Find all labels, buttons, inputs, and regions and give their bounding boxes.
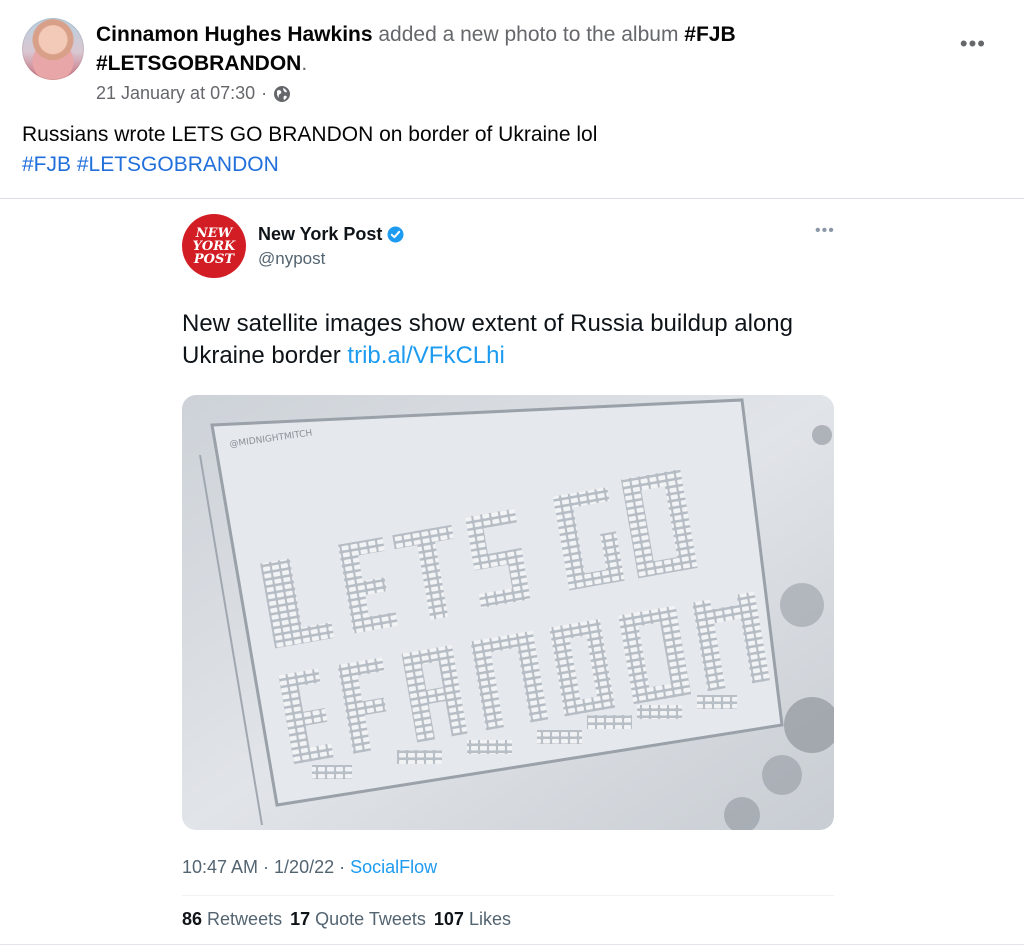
tweet-meta: 10:47 AM · 1/20/22 · SocialFlow bbox=[182, 857, 437, 878]
tweet-author-name: New York Post bbox=[258, 224, 404, 245]
nypost-logo: NEW YORK POST bbox=[182, 214, 246, 278]
tweet-source: SocialFlow bbox=[350, 857, 438, 877]
bottom-divider bbox=[0, 944, 1024, 945]
post-meta: 21 January at 07:30 · bbox=[96, 83, 291, 104]
hashtag-letsgobrandon[interactable]: #LETSGOBRANDON bbox=[77, 153, 279, 176]
album-suffix: . bbox=[301, 52, 308, 75]
tweet-text: New satellite images show extent of Russ… bbox=[182, 308, 842, 372]
tweet-author-handle: @nypost bbox=[258, 249, 326, 268]
quote-label: Quote Tweets bbox=[315, 909, 426, 929]
retweet-stat: 86 Retweets bbox=[182, 909, 282, 930]
tweet-divider bbox=[182, 895, 834, 896]
tweet-stats: 86 Retweets 17 Quote Tweets 107 Likes bbox=[182, 909, 511, 930]
logo-line-2: YORK bbox=[192, 238, 236, 254]
verified-badge-icon bbox=[387, 226, 404, 243]
globe-icon[interactable] bbox=[273, 85, 291, 103]
post-header: Cinnamon Hughes Hawkins added a new phot… bbox=[22, 16, 1002, 108]
meta-separator: · bbox=[261, 83, 268, 103]
hashtag-fjb[interactable]: #FJB bbox=[22, 153, 71, 176]
logo-line-3: POST bbox=[193, 251, 235, 267]
post-body: Russians wrote LETS GO BRANDON on border… bbox=[22, 120, 597, 180]
post-more-options-icon[interactable]: ••• bbox=[960, 33, 986, 55]
action-text: added a new photo to the album bbox=[372, 23, 685, 46]
author-avatar[interactable] bbox=[22, 18, 84, 80]
likes-count: 107 bbox=[433, 909, 464, 929]
satellite-image: @MIDNIGHTMITCH bbox=[182, 395, 834, 830]
retweet-label: Retweets bbox=[207, 909, 283, 929]
post-hashtags: #FJB #LETSGOBRANDON bbox=[22, 150, 597, 180]
retweet-count: 86 bbox=[182, 909, 203, 929]
quote-stat: 17 Quote Tweets bbox=[290, 909, 426, 930]
post-message: Russians wrote LETS GO BRANDON on border… bbox=[22, 123, 598, 146]
author-name-link[interactable]: Cinnamon Hughes Hawkins bbox=[96, 23, 373, 46]
post-timestamp[interactable]: 21 January at 07:30 bbox=[96, 83, 255, 104]
tweet-link: trib.al/VFkCLhi bbox=[347, 342, 505, 369]
quote-count: 17 bbox=[290, 909, 311, 929]
likes-label: Likes bbox=[468, 909, 511, 929]
tweet-author-label: New York Post bbox=[258, 224, 383, 244]
post-header-text: Cinnamon Hughes Hawkins added a new phot… bbox=[96, 20, 936, 78]
tweet-time: 10:47 AM · 1/20/22 · bbox=[182, 857, 351, 877]
likes-stat: 107 Likes bbox=[434, 909, 511, 930]
tweet-more-icon: ••• bbox=[815, 222, 835, 239]
logo-line-1: NEW bbox=[195, 225, 233, 241]
